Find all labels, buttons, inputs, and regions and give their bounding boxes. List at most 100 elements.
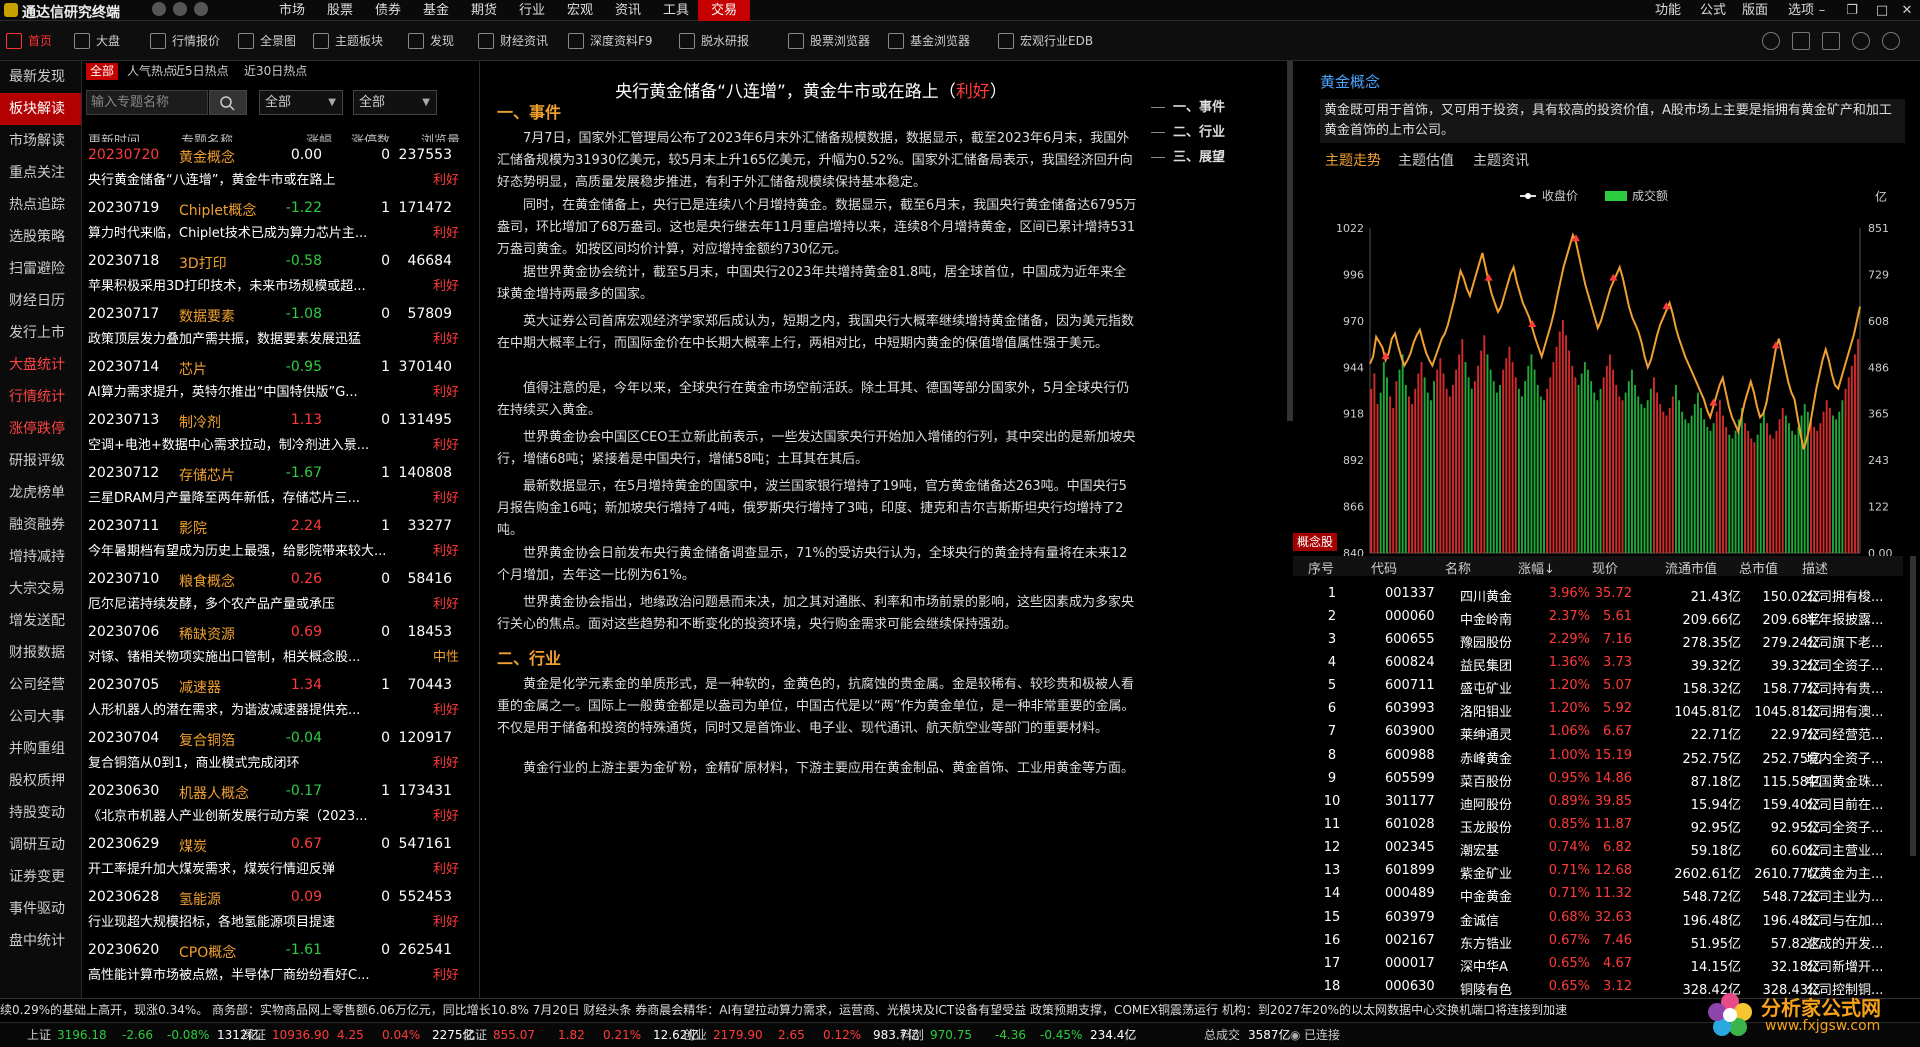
sidebar-item-15[interactable]: 增持减持 — [0, 541, 81, 573]
toolbar-item-8[interactable]: 脱水研报 — [679, 31, 749, 51]
sidebar-item-23[interactable]: 持股变动 — [0, 797, 81, 829]
topic-name[interactable]: 数据要素 — [179, 306, 235, 326]
sidebar-item-14[interactable]: 融资融券 — [0, 509, 81, 541]
index-label[interactable]: 创业 — [683, 1023, 707, 1047]
stock-header-4[interactable]: 现价 — [1592, 558, 1618, 577]
sidebar-item-0[interactable]: 最新发现 — [0, 61, 81, 93]
index-label[interactable]: 深证 — [242, 1023, 266, 1047]
sidebar-item-7[interactable]: 财经日历 — [0, 285, 81, 317]
tab-theme-news[interactable]: 主题资讯 — [1473, 150, 1529, 170]
list-item[interactable]: 20230710 粮食概念 0.26 0 58416 厄尔尼诺持续发酵，多个农产品产量或承… — [83, 566, 473, 619]
list-tab-3[interactable]: 近30日热点 — [240, 63, 311, 80]
stock-row[interactable]: 16 002167 东方锆业 0.67% 7.46 51.95亿 57.82亿 达成的开发..… — [1293, 930, 1903, 952]
filter-select-1[interactable]: 全部 ▼ — [259, 90, 343, 115]
sidebar-item-1[interactable]: 板块解读 — [0, 93, 81, 125]
sidebar-item-10[interactable]: 行情统计 — [0, 381, 81, 413]
stock-row[interactable]: 8 600988 赤峰黄金 1.00% 15.19 252.75亿 252.75亿 境内全资子… — [1293, 745, 1903, 767]
list-item[interactable]: 20230705 减速器 1.34 1 70443 人形机器人的潜在需求，为谐波减速器提供… — [83, 672, 473, 725]
sidebar-item-2[interactable]: 市场解读 — [0, 125, 81, 157]
list-item[interactable]: 20230629 煤炭 0.67 0 547161 开工率提升加大煤炭需求，煤炭行情迎反弹… — [83, 831, 473, 884]
home-nav-icon[interactable] — [152, 2, 166, 16]
layout-icon[interactable] — [1792, 32, 1810, 50]
sidebar-item-3[interactable]: 重点关注 — [0, 157, 81, 189]
list-item[interactable]: 20230713 制冷剂 1.13 0 131495 空调+电池+数据中心需求拉动，制冷剂… — [83, 407, 473, 460]
close-icon[interactable]: ✕ — [1893, 0, 1920, 21]
list-item[interactable]: 20230704 复合铜箔 -0.04 0 120917 复合铜箔从0到1，商业模式完成闭… — [83, 725, 473, 778]
list-item[interactable]: 20230712 存储芯片 -1.67 1 140808 三星DRAM月产量降至两年新低，… — [83, 460, 473, 513]
minimize-icon[interactable]: – — [1808, 0, 1836, 21]
sidebar-item-21[interactable]: 并购重组 — [0, 733, 81, 765]
list-tab-2[interactable]: 近5日热点 — [169, 63, 233, 80]
stock-row[interactable]: 2 000060 中金岭南 2.37% 5.61 209.66亿 209.68亿 半年报披露.… — [1293, 606, 1903, 628]
toolbar-item-3[interactable]: 全景图 — [238, 31, 296, 51]
tab-theme-valuation[interactable]: 主题估值 — [1398, 150, 1454, 170]
toolbar-item-4[interactable]: 主题板块 — [313, 31, 383, 51]
restore-icon[interactable]: ❐ — [1838, 0, 1866, 21]
menu-2[interactable]: 债券 — [362, 0, 414, 21]
menu-5[interactable]: 行业 — [506, 0, 558, 21]
stock-row[interactable]: 3 600655 豫园股份 2.29% 7.16 278.35亿 279.24亿 公司旗下老.… — [1293, 629, 1903, 651]
right-menu-1[interactable]: 公式 — [1700, 0, 1726, 21]
topic-name[interactable]: 黄金概念 — [179, 147, 235, 167]
stock-header-2[interactable]: 名称 — [1445, 558, 1471, 577]
stock-header-3[interactable]: 涨幅↓ — [1518, 558, 1555, 577]
stock-row[interactable]: 1 001337 四川黄金 3.96% 35.72 21.43亿 150.02亿 公司拥有梭.… — [1293, 583, 1903, 605]
target-icon[interactable] — [1852, 32, 1870, 50]
list-item[interactable]: 20230720 黄金概念 0.00 0 237553 央行黄金储备“八连增”，黄金牛市或… — [83, 142, 473, 195]
list-item[interactable]: 20230620 CPO概念 -1.61 0 262541 高性能计算市场被点燃，半导体厂… — [83, 937, 473, 990]
stock-header-5[interactable]: 流通市值 — [1665, 558, 1717, 577]
stock-row[interactable]: 4 600824 益民集团 1.36% 3.73 39.32亿 39.32亿 公司全资子... — [1293, 652, 1903, 674]
toolbar-item-9[interactable]: 股票浏览器 — [788, 31, 870, 51]
stock-header-0[interactable]: 序号 — [1308, 558, 1334, 577]
tab-theme-trend[interactable]: 主题走势 — [1325, 150, 1381, 170]
toc-item-event[interactable]: 一、事件 — [1151, 96, 1225, 115]
sidebar-item-18[interactable]: 财报数据 — [0, 637, 81, 669]
sidebar-item-25[interactable]: 证券变更 — [0, 861, 81, 893]
topic-name[interactable]: 机器人概念 — [179, 783, 249, 803]
toc-item-outlook[interactable]: 三、展望 — [1151, 146, 1225, 165]
toc-item-industry[interactable]: 二、行业 — [1151, 121, 1225, 140]
sidebar-item-26[interactable]: 事件驱动 — [0, 893, 81, 925]
menu-8[interactable]: 工具 — [650, 0, 702, 21]
sidebar-item-24[interactable]: 调研互动 — [0, 829, 81, 861]
stock-row[interactable]: 7 603900 莱绅通灵 1.06% 6.67 22.71亿 22.97亿 公司经营范... — [1293, 721, 1903, 743]
topic-name[interactable]: 煤炭 — [179, 836, 207, 856]
toolbar-item-10[interactable]: 基金浏览器 — [888, 31, 970, 51]
toolbar-item-0[interactable]: 首页 — [6, 31, 52, 51]
list-item[interactable]: 20230706 稀缺资源 0.69 0 18453 对镓、锗相关物项实施出口管制，相关概… — [83, 619, 473, 672]
sidebar-item-4[interactable]: 热点追踪 — [0, 189, 81, 221]
sidebar-item-22[interactable]: 股权质押 — [0, 765, 81, 797]
sidebar-item-8[interactable]: 发行上市 — [0, 317, 81, 349]
sidebar-item-13[interactable]: 龙虎榜单 — [0, 477, 81, 509]
list-tab-0[interactable]: 全部 — [86, 63, 119, 80]
stock-row[interactable]: 15 603979 金诚信 0.68% 32.63 196.48亿 196.48亿 公司与在加… — [1293, 907, 1903, 929]
menu-1[interactable]: 股票 — [314, 0, 366, 21]
menu-0[interactable]: 市场 — [266, 0, 318, 21]
filter-select-2[interactable]: 全部 ▼ — [353, 90, 437, 115]
settings-icon[interactable] — [1762, 32, 1780, 50]
sidebar-item-19[interactable]: 公司经营 — [0, 669, 81, 701]
maximize-icon[interactable]: □ — [1868, 0, 1896, 21]
news-ticker[interactable]: 续0.29%的基础上高开，现涨0.34%。 商务部：实物商品网上零售额6.06万… — [0, 998, 1920, 1022]
topic-name[interactable]: 稀缺资源 — [179, 624, 235, 644]
topic-name[interactable]: 制冷剂 — [179, 412, 221, 432]
stock-row[interactable]: 17 000017 深中华A 0.65% 4.67 14.15亿 32.18亿 公司新增开..… — [1293, 953, 1903, 975]
stock-row[interactable]: 6 603993 洛阳钼业 1.20% 5.92 1045.81亿 1045.81亿 公司拥有… — [1293, 698, 1903, 720]
stock-header-7[interactable]: 描述 — [1802, 558, 1828, 577]
right-menu-2[interactable]: 版面 — [1742, 0, 1768, 21]
topic-name[interactable]: 氢能源 — [179, 889, 221, 909]
menu-9[interactable]: 交易 — [698, 0, 750, 21]
topic-name[interactable]: 粮食概念 — [179, 571, 235, 591]
index-label[interactable]: 北证 — [463, 1023, 487, 1047]
forward-nav-icon[interactable] — [194, 2, 208, 16]
sidebar-item-6[interactable]: 扫雷避险 — [0, 253, 81, 285]
list-item[interactable]: 20230717 数据要素 -1.08 0 57809 政策顶层发力叠加产需共振，数据要素… — [83, 301, 473, 354]
stock-header-1[interactable]: 代码 — [1371, 558, 1397, 577]
topic-name[interactable]: 复合铜箔 — [179, 730, 235, 750]
stock-row[interactable]: 9 605599 菜百股份 0.95% 14.86 87.18亿 115.58亿 中国黄金珠.… — [1293, 768, 1903, 790]
toolbar-item-7[interactable]: 深度资料F9 — [568, 31, 653, 51]
topic-name[interactable]: 影院 — [179, 518, 207, 538]
list-item[interactable]: 20230711 影院 2.24 1 33277 今年暑期档有望成为历史上最强，给影院带来… — [83, 513, 473, 566]
back-nav-icon[interactable] — [173, 2, 187, 16]
stock-row[interactable]: 14 000489 中金黄金 0.71% 11.32 548.72亿 548.72亿 公司主业… — [1293, 883, 1903, 905]
